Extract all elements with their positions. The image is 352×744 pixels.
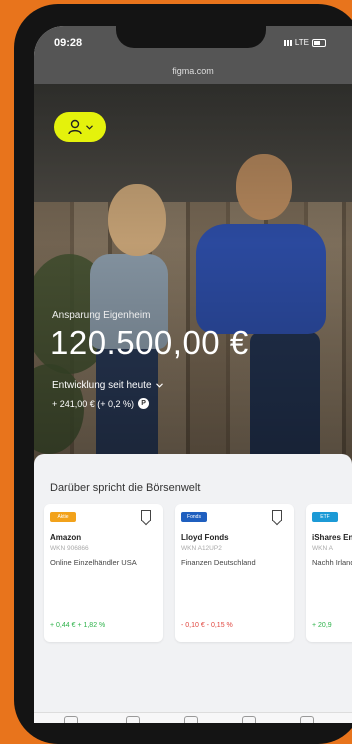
- user-icon: [67, 119, 82, 135]
- asset-type-badge: Fonds: [181, 512, 207, 522]
- performance-change-value: + 241,00 € (+ 0,2 %): [52, 398, 135, 409]
- savings-goal-label: Ansparung Eigenheim: [52, 310, 151, 321]
- market-news-section: Darüber spricht die Börsenwelt Aktie Ama…: [34, 454, 352, 723]
- stock-card[interactable]: Fonds Lloyd Fonds WKN A12UP2 Finanzen De…: [175, 504, 294, 642]
- status-time: 09:28: [54, 37, 83, 49]
- stock-description: Nachh Irland: [312, 558, 352, 567]
- stock-wkn: WKN A: [312, 545, 333, 552]
- browser-url-bar[interactable]: figma.com: [34, 62, 352, 84]
- signal-icon: [283, 39, 292, 46]
- network-label: LTE: [294, 38, 309, 47]
- bookmark-icon[interactable]: [272, 510, 282, 521]
- development-label: Entwicklung seit heute: [52, 380, 152, 391]
- stock-performance: + 0,44 € + 1,82 %: [50, 622, 106, 629]
- hero-overlay: [34, 84, 352, 482]
- status-indicators: LTE: [283, 38, 326, 47]
- battery-icon: [312, 38, 326, 47]
- stock-wkn: WKN 906866: [50, 545, 89, 552]
- stock-name: Amazon: [50, 533, 82, 542]
- browser-url: figma.com: [172, 66, 214, 76]
- performance-info-icon[interactable]: P: [138, 398, 150, 409]
- asset-type-badge: ETF: [312, 512, 338, 522]
- stock-card[interactable]: ETF iShares Energ WKN A Nachh Irland + 2…: [306, 504, 352, 642]
- bottom-tab-bar: [34, 712, 352, 723]
- chevron-down-icon: [85, 124, 93, 130]
- stock-performance: + 20,9: [312, 622, 332, 629]
- stock-name: iShares Energ: [312, 533, 352, 542]
- tab-search-icon[interactable]: [126, 716, 140, 723]
- tab-menu-icon[interactable]: [300, 716, 314, 723]
- stock-description: Finanzen Deutschland: [181, 558, 256, 567]
- stock-wkn: WKN A12UP2: [181, 545, 222, 552]
- profile-button[interactable]: [54, 112, 106, 142]
- section-title: Darüber spricht die Börsenwelt: [50, 482, 201, 494]
- stock-performance: - 0,10 € - 0,15 %: [181, 622, 233, 629]
- bookmark-icon[interactable]: [141, 510, 151, 521]
- stock-description: Online Einzelhändler USA: [50, 558, 137, 567]
- tab-home-icon[interactable]: [64, 716, 78, 723]
- tab-news-icon[interactable]: [242, 716, 256, 723]
- phone-notch: [116, 26, 266, 48]
- savings-amount: 120.500,00 €: [50, 324, 249, 361]
- asset-type-badge: Aktie: [50, 512, 76, 522]
- hero-banner[interactable]: Ansparung Eigenheim 120.500,00 € Entwick…: [34, 84, 352, 482]
- tab-portfolio-icon[interactable]: [184, 716, 198, 723]
- stock-name: Lloyd Fonds: [181, 533, 229, 542]
- stock-card[interactable]: Aktie Amazon WKN 906866 Online Einzelhän…: [44, 504, 163, 642]
- development-selector[interactable]: Entwicklung seit heute: [52, 380, 163, 391]
- app-screen: 09:28 LTE figma.com Ansparung Eigenheim …: [34, 26, 352, 723]
- performance-change: + 241,00 € (+ 0,2 %) P: [52, 398, 150, 409]
- chevron-down-icon: [155, 383, 163, 388]
